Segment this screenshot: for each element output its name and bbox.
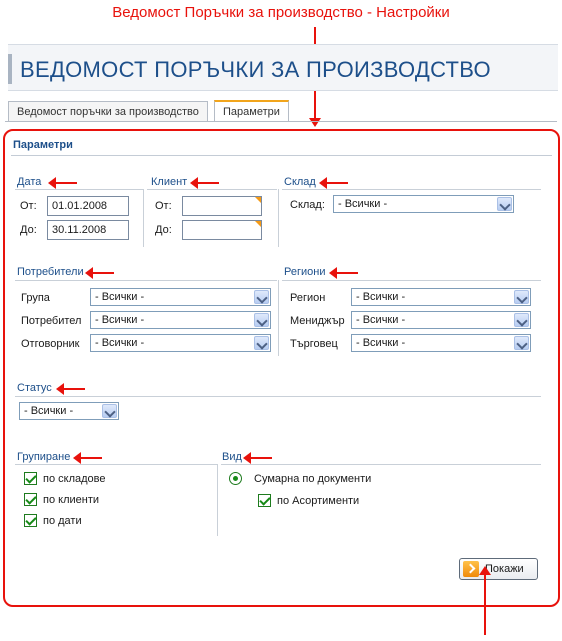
consumers-heading: Потребители xyxy=(17,266,84,278)
date-heading: Дата xyxy=(17,176,42,188)
client-heading: Клиент xyxy=(151,176,188,188)
annotation-arrow-icon xyxy=(190,177,219,189)
annotation-arrow-icon xyxy=(48,177,77,189)
group-by-client-label: по клиенти xyxy=(43,494,100,506)
annotation-arrow-icon xyxy=(85,267,114,279)
view-group-divider xyxy=(217,464,218,536)
annotation-arrow-icon xyxy=(479,566,491,635)
dropdown-arrow-icon[interactable] xyxy=(514,336,529,350)
view-summary-label: Сумарна по документи xyxy=(254,473,372,485)
view-group-line xyxy=(221,464,541,465)
annotation-title: Ведомост Поръчки за производство - Настр… xyxy=(112,4,450,21)
warehouse-select-value: - Всички - xyxy=(338,198,388,210)
banner-accent-bar xyxy=(8,54,12,84)
dropdown-arrow-icon[interactable] xyxy=(514,290,529,304)
consumer-owner-value: - Всички - xyxy=(95,337,145,349)
tab-report[interactable]: Ведомост поръчки за производство xyxy=(8,101,208,122)
warehouse-group-divider xyxy=(278,189,279,247)
client-to-field[interactable] xyxy=(182,220,262,240)
region-select[interactable]: - Всички - xyxy=(351,288,531,306)
manager-value: - Всички - xyxy=(356,314,406,326)
status-value: - Всички - xyxy=(24,405,74,417)
grouping-heading: Групиране xyxy=(17,451,71,463)
dropdown-arrow-icon[interactable] xyxy=(254,290,269,304)
show-button[interactable]: Покажи xyxy=(459,558,538,580)
view-heading: Вид xyxy=(222,451,242,463)
group-by-date-label: по дати xyxy=(43,515,82,527)
status-heading: Статус xyxy=(17,382,52,394)
client-from-label: От: xyxy=(155,200,172,212)
panel-title-divider xyxy=(11,155,552,156)
client-to-label: До: xyxy=(155,224,172,236)
checkbox-checked-icon[interactable] xyxy=(24,493,37,506)
annotation-arrow-icon xyxy=(73,452,102,464)
dropdown-arrow-icon[interactable] xyxy=(254,313,269,327)
view-assortment-label: по Асортименти xyxy=(277,495,360,507)
consumer-user-select[interactable]: - Всички - xyxy=(90,311,271,329)
date-to-field[interactable]: 30.11.2008 xyxy=(47,220,129,240)
region-label: Регион xyxy=(290,292,326,304)
regions-heading: Региони xyxy=(284,266,326,278)
warehouse-heading: Склад xyxy=(284,176,316,188)
date-to-label: До: xyxy=(20,224,37,236)
date-from-field[interactable]: 01.01.2008 xyxy=(47,196,129,216)
client-from-field[interactable] xyxy=(182,196,262,216)
radio-selected-icon[interactable] xyxy=(229,472,242,485)
status-select[interactable]: - Всички - xyxy=(19,402,119,420)
group-by-warehouse-label: по складове xyxy=(43,473,106,485)
consumer-user-value: - Всички - xyxy=(95,314,145,326)
grouping-group-line xyxy=(15,464,217,465)
date-from-label: От: xyxy=(20,200,37,212)
panel-title: Параметри xyxy=(13,139,73,151)
annotation-arrow-icon xyxy=(56,383,85,395)
consumer-group-value: - Всички - xyxy=(95,291,145,303)
checkbox-checked-icon[interactable] xyxy=(24,472,37,485)
regions-group-line xyxy=(282,280,541,281)
checkbox-checked-icon[interactable] xyxy=(258,494,271,507)
dropdown-arrow-icon[interactable] xyxy=(497,197,512,211)
checkbox-checked-icon[interactable] xyxy=(24,514,37,527)
dropdown-arrow-icon[interactable] xyxy=(102,404,117,418)
consumers-group-line xyxy=(15,280,277,281)
annotation-arrow-icon xyxy=(329,267,358,279)
consumer-owner-label: Отговорник xyxy=(21,338,80,350)
page-title: ВЕДОМОСТ ПОРЪЧКИ ЗА ПРОИЗВОДСТВО xyxy=(20,57,491,82)
client-group-line xyxy=(147,189,277,190)
consumer-user-label: Потребител xyxy=(21,315,82,327)
trader-select[interactable]: - Всички - xyxy=(351,334,531,352)
manager-select[interactable]: - Всички - xyxy=(351,311,531,329)
dropdown-arrow-icon[interactable] xyxy=(514,313,529,327)
warehouse-select[interactable]: - Всички - xyxy=(333,195,514,213)
tab-divider xyxy=(5,121,557,122)
warehouse-group-line xyxy=(282,189,541,190)
go-arrow-icon xyxy=(463,561,479,577)
annotation-arrow-icon xyxy=(319,177,348,189)
consumer-group-label: Група xyxy=(21,292,50,304)
date-group-divider xyxy=(15,189,143,190)
regions-group-divider xyxy=(278,280,279,356)
annotation-arrow-icon xyxy=(243,452,272,464)
warehouse-label: Склад: xyxy=(290,199,325,211)
tab-parameters[interactable]: Параметри xyxy=(214,100,289,122)
status-group-line xyxy=(15,396,541,397)
trader-label: Търговец xyxy=(290,338,338,350)
trader-value: - Всички - xyxy=(356,337,406,349)
region-value: - Всички - xyxy=(356,291,406,303)
consumer-group-select[interactable]: - Всички - xyxy=(90,288,271,306)
client-group-divider xyxy=(143,189,144,247)
consumer-owner-select[interactable]: - Всички - xyxy=(90,334,271,352)
dropdown-arrow-icon[interactable] xyxy=(254,336,269,350)
manager-label: Мениджър xyxy=(290,315,345,327)
